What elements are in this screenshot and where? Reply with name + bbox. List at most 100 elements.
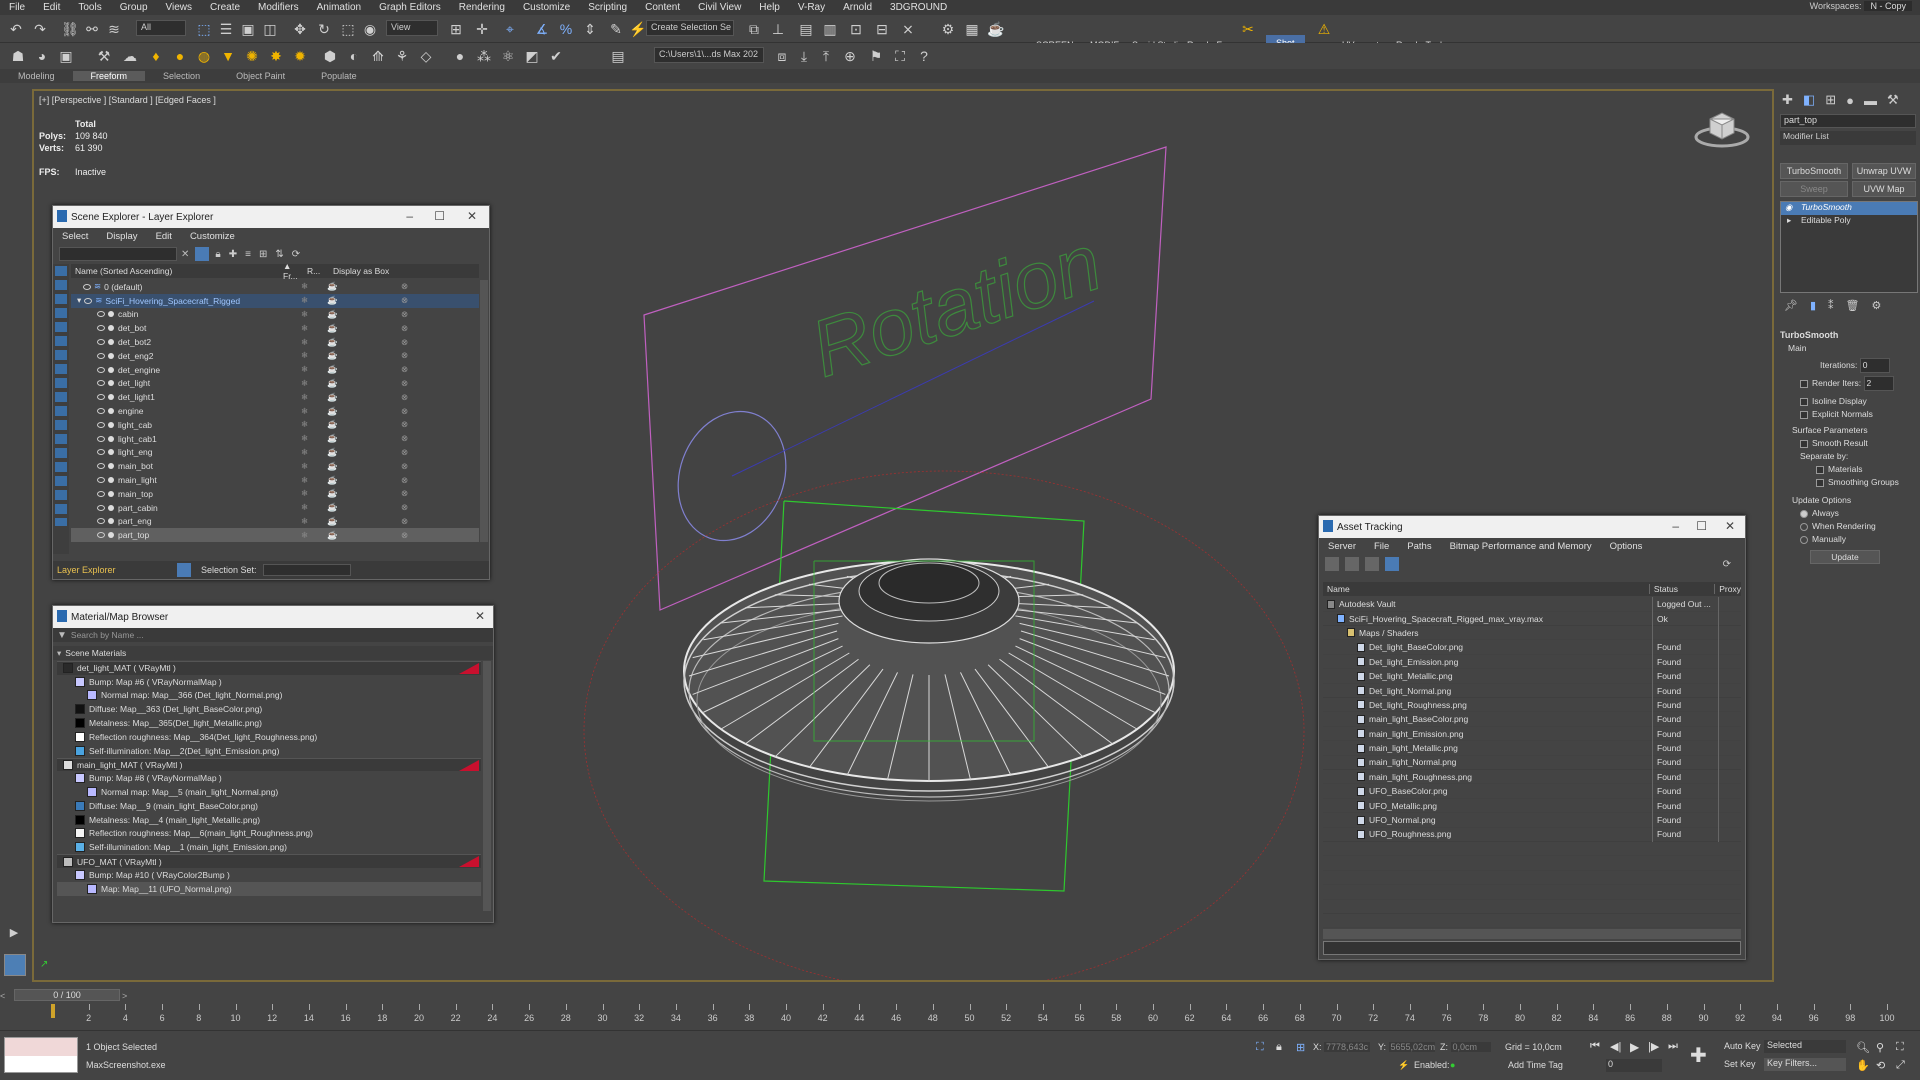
display-as-box-icon[interactable]: ⊗	[401, 530, 408, 541]
viewcube-icon[interactable]	[1692, 101, 1752, 151]
materials-checkbox[interactable]	[1816, 465, 1824, 474]
asset-row[interactable]: UFO_BaseColor.png Found	[1323, 784, 1741, 799]
display-as-box-icon[interactable]: ⊗	[401, 488, 408, 499]
freeze-icon[interactable]: ❄	[301, 475, 308, 486]
plane-icon[interactable]: ◇	[416, 46, 436, 66]
layer-mode-icon[interactable]	[177, 563, 191, 577]
orbit-icon[interactable]: ⟲	[1876, 1059, 1885, 1072]
sync-icon[interactable]: ⟳	[292, 249, 300, 260]
link-icon[interactable]: ⛓	[60, 19, 80, 39]
menu-item[interactable]: Scripting	[579, 2, 636, 13]
menu-item[interactable]: Customize	[514, 2, 579, 13]
auto-key-button[interactable]: Auto Key	[1724, 1041, 1761, 1051]
map-row[interactable]: Normal map: Map__366 (Det_light_Normal.p…	[57, 689, 481, 703]
menu-item[interactable]: Create	[201, 2, 249, 13]
adaptive-degradation-icon[interactable]: ⚡	[1398, 1060, 1409, 1071]
freeze-icon[interactable]: ❄	[301, 350, 308, 361]
undo-icon[interactable]: ↶	[6, 19, 26, 39]
curve-editor-icon[interactable]: ⊡	[846, 19, 866, 39]
render-iters-checkbox[interactable]	[1800, 379, 1808, 388]
fur-icon[interactable]: ⚘	[392, 46, 412, 66]
visibility-eye-icon[interactable]	[97, 532, 105, 539]
asset-tracking-titlebar[interactable]: Asset Tracking – ☐ ✕	[1319, 516, 1745, 538]
current-frame-marker[interactable]	[51, 1004, 55, 1018]
menu-item[interactable]: Animation	[308, 2, 370, 13]
map-row[interactable]: Metalness: Map__4 (main_light_Metallic.p…	[57, 813, 481, 827]
expand-icon[interactable]: ▾	[77, 295, 81, 306]
col-proxy-header[interactable]: Proxy	[1715, 584, 1741, 594]
display-as-box-icon[interactable]: ⊗	[401, 337, 408, 348]
hierarchy-tab-icon[interactable]: ⊞	[1825, 92, 1836, 108]
render-production-icon[interactable]: ☕	[986, 19, 1006, 39]
create-tab-icon[interactable]: ✚	[1782, 92, 1793, 108]
freeze-icon[interactable]: ❄	[301, 323, 308, 334]
sweep-button[interactable]: Sweep	[1780, 181, 1848, 197]
show-end-result-icon[interactable]: ▮	[1810, 299, 1816, 315]
material-browser-titlebar[interactable]: Material/Map Browser ✕	[53, 606, 493, 628]
display-as-box-icon[interactable]: ⊗	[401, 461, 408, 472]
merge-icon[interactable]: ⧈	[772, 46, 792, 66]
asset-row[interactable]: Autodesk Vault Logged Out ...	[1323, 597, 1741, 612]
bind-spacewarp-icon[interactable]: ≋	[104, 19, 124, 39]
visibility-eye-icon[interactable]	[97, 449, 105, 456]
display-as-box-icon[interactable]: ⊗	[401, 406, 408, 417]
display-as-box-icon[interactable]: ⊗	[401, 392, 408, 403]
menu-item[interactable]: V-Ray	[789, 2, 834, 13]
scene-explorer-menu-item[interactable]: Display	[97, 231, 146, 242]
freeze-icon[interactable]: ❄	[301, 433, 308, 444]
scene-explorer-titlebar[interactable]: Scene Explorer - Layer Explorer – ☐ ✕	[53, 206, 489, 228]
close-icon[interactable]: ✕	[467, 209, 477, 223]
play-icon[interactable]: ▶	[4, 922, 24, 942]
scene-object-row[interactable]: engine ❄ ☕ ⊗	[71, 404, 479, 418]
asset-row[interactable]: main_light_Metallic.png Found	[1323, 740, 1741, 756]
set-key-icon[interactable]: ✚	[1690, 1043, 1707, 1068]
ribbon-tab[interactable]: Populate	[303, 71, 375, 81]
freeze-icon[interactable]: ❄	[301, 309, 308, 320]
scene-object-row[interactable]: det_light ❄ ☕ ⊗	[71, 377, 479, 391]
visibility-eye-icon[interactable]	[97, 490, 105, 497]
reference-coordinate-dropdown[interactable]: View	[386, 20, 438, 36]
redo-icon[interactable]: ↷	[30, 19, 50, 39]
explicit-normals-checkbox[interactable]	[1800, 410, 1808, 419]
display-as-box-icon[interactable]: ⊗	[401, 281, 408, 292]
asset-path-field[interactable]	[1323, 941, 1741, 955]
close-icon[interactable]: ✕	[475, 609, 485, 623]
menu-item[interactable]: Edit	[34, 2, 69, 13]
hierarchy-icon[interactable]: ⊞	[259, 249, 267, 260]
render-toggle-icon[interactable]: ☕	[327, 502, 338, 513]
freeze-icon[interactable]: ❄	[301, 419, 308, 430]
make-unique-icon[interactable]: ⁑	[1828, 299, 1834, 315]
freeze-icon[interactable]: ❄	[301, 378, 308, 389]
teapot-icon[interactable]: ☗	[8, 46, 28, 66]
prev-frame-icon[interactable]: ◀|	[1610, 1040, 1621, 1053]
asset-tracking-menu-item[interactable]: Paths	[1398, 541, 1440, 552]
layer-explorer-dropdown[interactable]: Layer Explorer	[53, 565, 163, 575]
asset-row[interactable]: Det_light_Emission.png Found	[1323, 654, 1741, 669]
scene-explorer-icon[interactable]: ▤	[796, 19, 816, 39]
filter-toggle-icons[interactable]	[55, 266, 67, 526]
percent-snap-icon[interactable]: %	[556, 19, 576, 39]
enabled-toggle-icon[interactable]: ●	[1450, 1060, 1455, 1070]
scene-object-row[interactable]: ≋ 0 (default) ❄ ☕ ⊗	[71, 280, 479, 294]
render-toggle-icon[interactable]: ☕	[327, 488, 338, 499]
freeze-icon[interactable]: ❄	[301, 337, 308, 348]
pivot-center-icon[interactable]: ⊞	[446, 19, 466, 39]
maxscript-listener-icon[interactable]	[4, 954, 26, 976]
freeze-icon[interactable]: ❄	[301, 516, 308, 527]
render-icon[interactable]: ☁	[120, 46, 140, 66]
menu-item[interactable]: 3DGROUND	[881, 2, 956, 13]
display-as-box-icon[interactable]: ⊗	[401, 295, 408, 306]
current-frame-field[interactable]: 0	[1606, 1059, 1662, 1072]
help-icon[interactable]: ?	[914, 46, 934, 66]
modify-tab-icon[interactable]: ◧	[1803, 92, 1815, 108]
col-name-header[interactable]: Name (Sorted Ascending)	[71, 266, 283, 276]
collapse-icon[interactable]: ▾	[57, 648, 61, 659]
scene-object-row[interactable]: light_cab1 ❄ ☕ ⊗	[71, 432, 479, 446]
visibility-eye-icon[interactable]	[97, 435, 105, 442]
freeze-icon[interactable]: ❄	[301, 406, 308, 417]
pin-stack-icon[interactable]: 📌︎	[1784, 299, 1798, 315]
proxy-icon[interactable]: ⬢	[320, 46, 340, 66]
placement-icon[interactable]: ◉	[360, 19, 380, 39]
browser-options-icon[interactable]: ▼	[57, 630, 67, 641]
maximize-icon[interactable]: ☐	[1696, 519, 1707, 533]
